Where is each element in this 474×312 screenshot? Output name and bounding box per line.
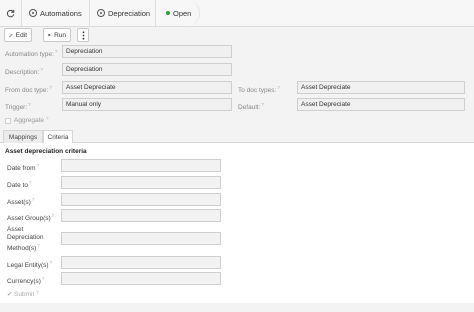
gear-icon bbox=[29, 9, 37, 17]
legal-entities-label: Legal Entity(s)? bbox=[7, 260, 53, 270]
help-icon: ? bbox=[40, 67, 43, 72]
checkmark-icon: ✔ bbox=[7, 292, 13, 299]
automation-type-label: Automation type:? bbox=[5, 49, 58, 59]
description-label: Description:? bbox=[5, 67, 43, 77]
toolbar: Edit Run bbox=[0, 27, 474, 43]
help-icon: ? bbox=[37, 243, 40, 248]
to-doc-types-label: To doc types:? bbox=[238, 85, 280, 95]
help-icon: ? bbox=[36, 290, 39, 295]
help-icon: ? bbox=[46, 116, 49, 121]
currencies-label: Currency(s)? bbox=[7, 276, 45, 286]
submit-checkbox[interactable]: ✔ Submit ? bbox=[7, 290, 39, 299]
assets-input[interactable] bbox=[61, 193, 221, 206]
breadcrumb-depreciation[interactable]: Depreciation bbox=[90, 0, 156, 26]
tab-criteria[interactable]: Criteria bbox=[43, 130, 73, 144]
automation-type-field[interactable]: Depreciation bbox=[62, 45, 232, 58]
asset-groups-label: Asset Group(s)? bbox=[7, 213, 55, 223]
from-doc-type-label: From doc type:? bbox=[5, 85, 52, 95]
edit-button[interactable]: Edit bbox=[4, 28, 32, 42]
date-to-label: Date to? bbox=[7, 180, 32, 190]
assets-label: Asset(s)? bbox=[7, 197, 35, 207]
help-icon: ? bbox=[277, 85, 280, 90]
submit-label: Submit bbox=[14, 291, 35, 299]
default-label: Default:? bbox=[238, 102, 264, 112]
help-icon: ? bbox=[36, 163, 40, 168]
aggregate-label: Aggregate bbox=[14, 117, 44, 125]
breadcrumb-automations[interactable]: Automations bbox=[22, 0, 90, 26]
help-icon: ? bbox=[54, 49, 58, 54]
help-icon: ? bbox=[51, 213, 55, 218]
pencil-icon bbox=[9, 33, 13, 37]
aggregate-checkbox[interactable]: Aggregate ? bbox=[5, 116, 49, 125]
trigger-label: Trigger:? bbox=[5, 102, 31, 112]
vertical-ellipsis-icon bbox=[82, 30, 84, 40]
status-dot-icon bbox=[166, 11, 170, 15]
help-icon: ? bbox=[41, 276, 45, 281]
default-field[interactable]: Asset Depreciate bbox=[297, 98, 465, 111]
date-from-input[interactable] bbox=[61, 159, 221, 172]
play-icon bbox=[48, 33, 51, 37]
description-field[interactable]: Depreciation bbox=[62, 63, 232, 76]
tab-bar: Mappings Criteria bbox=[0, 129, 474, 144]
date-to-input[interactable] bbox=[61, 176, 221, 189]
refresh-icon bbox=[6, 9, 15, 17]
breadcrumb-status-open[interactable]: Open bbox=[156, 0, 200, 26]
run-button[interactable]: Run bbox=[43, 28, 71, 42]
help-icon: ? bbox=[28, 102, 31, 107]
run-label: Run bbox=[54, 31, 66, 39]
help-icon: ? bbox=[28, 180, 32, 185]
edit-label: Edit bbox=[15, 31, 27, 39]
checkbox-icon bbox=[5, 117, 11, 124]
asset-depreciation-methods-label: Asset Depreciation Method(s)? bbox=[7, 226, 44, 253]
help-icon: ? bbox=[261, 102, 264, 107]
criteria-panel: Asset depreciation criteria Date from? D… bbox=[0, 143, 474, 303]
footer-strip bbox=[0, 303, 474, 312]
help-icon: ? bbox=[31, 197, 35, 202]
help-icon: ? bbox=[49, 85, 52, 90]
help-icon: ? bbox=[49, 260, 53, 265]
breadcrumb-label: Automations bbox=[40, 8, 82, 18]
tab-mappings[interactable]: Mappings bbox=[3, 130, 43, 143]
trigger-field[interactable]: Manual only bbox=[62, 98, 232, 111]
gear-icon bbox=[97, 9, 105, 17]
breadcrumb: Automations Depreciation Open bbox=[0, 0, 474, 27]
date-from-label: Date from? bbox=[7, 163, 40, 173]
breadcrumb-label: Open bbox=[173, 8, 192, 18]
breadcrumb-label: Depreciation bbox=[108, 8, 151, 18]
asset-groups-input[interactable] bbox=[61, 209, 221, 222]
refresh-button[interactable] bbox=[0, 0, 22, 26]
legal-entities-input[interactable] bbox=[61, 256, 221, 269]
automation-form: Automation type:? Depreciation Descripti… bbox=[0, 43, 474, 129]
asset-depreciation-methods-input[interactable] bbox=[61, 232, 221, 245]
currencies-input[interactable] bbox=[61, 272, 221, 285]
more-options-button[interactable] bbox=[77, 28, 89, 42]
from-doc-type-field[interactable]: Asset Depreciate bbox=[62, 81, 232, 94]
to-doc-types-field[interactable]: Asset Depreciate bbox=[297, 81, 465, 94]
criteria-title: Asset depreciation criteria bbox=[5, 148, 87, 155]
